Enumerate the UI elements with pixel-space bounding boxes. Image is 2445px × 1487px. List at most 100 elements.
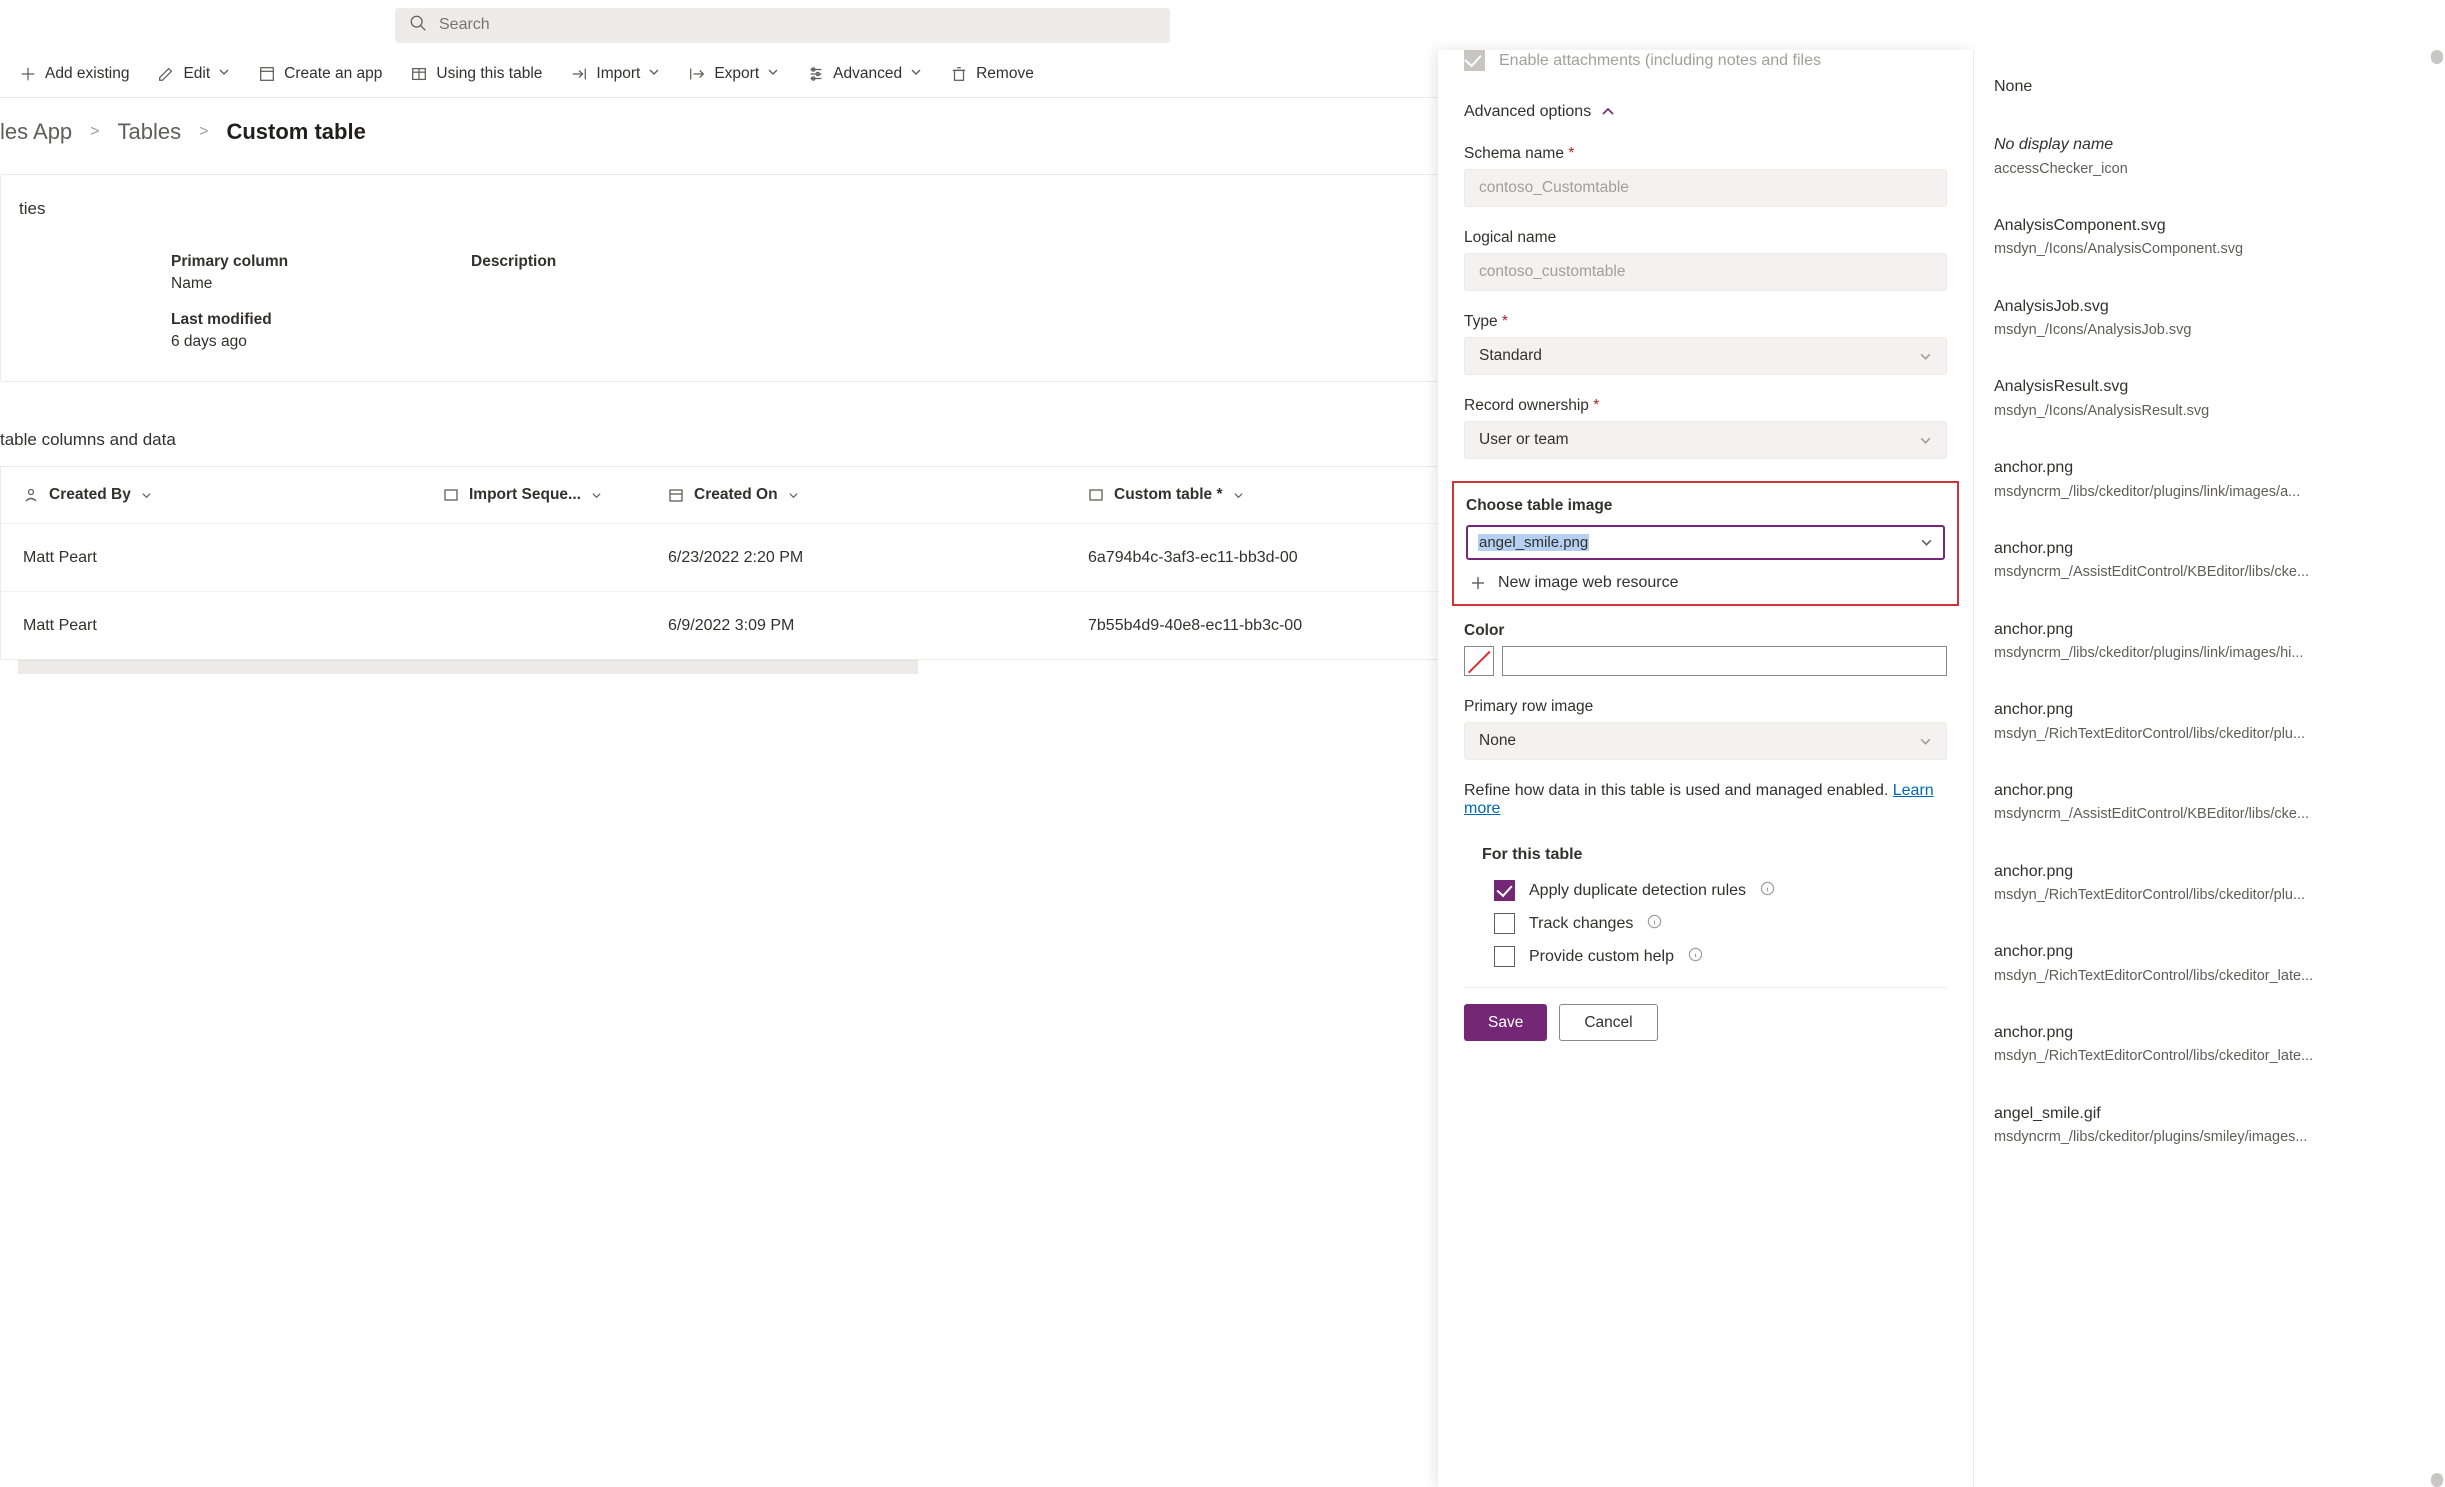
info-icon[interactable] <box>1760 881 1775 901</box>
chevron-down-icon <box>767 65 779 83</box>
enable-attachments-label: Enable attachments (including notes and … <box>1499 52 1821 70</box>
flyout-scrollbar[interactable] <box>2431 50 2443 1487</box>
flyout-option-subtitle: accessChecker_icon <box>1994 157 2425 179</box>
person-icon <box>23 487 39 503</box>
cmd-advanced[interactable]: Advanced <box>793 50 936 98</box>
cmd-export-label: Export <box>714 65 759 83</box>
flyout-option-title: AnalysisJob.svg <box>1994 296 2425 318</box>
search-input[interactable] <box>439 16 1156 34</box>
flyout-option-title: anchor.png <box>1994 457 2425 479</box>
col-custom-table-label: Custom table * <box>1114 486 1223 504</box>
for-this-table-header: For this table <box>1464 826 1947 874</box>
flyout-option[interactable]: anchor.pngmsdyn_/RichTextEditorControl/l… <box>1974 923 2445 1004</box>
flyout-option[interactable]: None <box>1974 58 2445 116</box>
flyout-option[interactable]: anchor.pngmsdyn_/RichTextEditorControl/l… <box>1974 1004 2445 1085</box>
col-import-seq-label: Import Seque... <box>469 486 581 504</box>
flyout-option-title: anchor.png <box>1994 941 2425 963</box>
flyout-option-subtitle: msdyncrm_/libs/ckeditor/plugins/smiley/i… <box>1994 1125 2425 1147</box>
flyout-option-title: anchor.png <box>1994 619 2425 641</box>
new-image-web-resource-label: New image web resource <box>1498 574 1679 592</box>
table-properties-panel: Enable attachments (including notes and … <box>1438 50 1973 1487</box>
flyout-option[interactable]: AnalysisJob.svgmsdyn_/Icons/AnalysisJob.… <box>1974 278 2445 359</box>
flyout-option[interactable]: AnalysisComponent.svgmsdyn_/Icons/Analys… <box>1974 197 2445 278</box>
flyout-option-title: AnalysisResult.svg <box>1994 376 2425 398</box>
flyout-option[interactable]: anchor.pngmsdyn_/RichTextEditorControl/l… <box>1974 681 2445 762</box>
primary-row-image-select: None <box>1464 722 1947 760</box>
flyout-option[interactable]: anchor.pngmsdyncrm_/libs/ckeditor/plugin… <box>1974 439 2445 520</box>
col-import-seq[interactable]: Import Seque... <box>443 486 668 504</box>
color-swatch[interactable] <box>1464 646 1494 676</box>
top-bar <box>0 0 2445 50</box>
flyout-option[interactable]: AnalysisResult.svgmsdyn_/Icons/AnalysisR… <box>1974 358 2445 439</box>
crumb-tables[interactable]: Tables <box>118 119 182 145</box>
flyout-option[interactable]: anchor.pngmsdyncrm_/AssistEditControl/KB… <box>1974 762 2445 843</box>
flyout-option-subtitle: msdyncrm_/libs/ckeditor/plugins/link/ima… <box>1994 641 2425 663</box>
cmd-import[interactable]: Import <box>556 50 674 98</box>
flyout-option[interactable]: anchor.pngmsdyncrm_/AssistEditControl/KB… <box>1974 520 2445 601</box>
flyout-option-title: AnalysisComponent.svg <box>1994 215 2425 237</box>
col-created-on-label: Created On <box>694 486 778 504</box>
type-value: Standard <box>1479 347 1542 365</box>
col-created-by[interactable]: Created By <box>23 486 443 504</box>
info-icon[interactable] <box>1688 947 1703 967</box>
color-hex-input[interactable] <box>1502 646 1947 676</box>
duplicate-detection-checkbox[interactable] <box>1494 880 1515 901</box>
col-created-on[interactable]: Created On <box>668 486 1088 504</box>
chevron-down-icon <box>218 65 230 83</box>
chevron-down-icon <box>788 490 799 501</box>
track-changes-row[interactable]: Track changes <box>1464 907 1947 940</box>
cmd-add-existing[interactable]: Add existing <box>5 50 143 98</box>
col-created-by-label: Created By <box>49 486 131 504</box>
record-ownership-select: User or team <box>1464 421 1947 459</box>
track-changes-checkbox[interactable] <box>1494 913 1515 934</box>
new-image-web-resource[interactable]: New image web resource <box>1466 560 1945 596</box>
flyout-option-title: angel_smile.gif <box>1994 1103 2425 1125</box>
scroll-thumb-up-icon[interactable] <box>2431 50 2443 64</box>
flyout-option-title: anchor.png <box>1994 861 2425 883</box>
flyout-option-subtitle: msdyn_/RichTextEditorControl/libs/ckedit… <box>1994 1044 2425 1066</box>
search-box[interactable] <box>395 8 1170 43</box>
cell-custom-table: 7b55b4d9-40e8-ec11-bb3c-00 <box>1088 617 1368 635</box>
cmd-remove[interactable]: Remove <box>936 50 1048 98</box>
flyout-option-subtitle: msdyncrm_/AssistEditControl/KBEditor/lib… <box>1994 802 2425 824</box>
cancel-button[interactable]: Cancel <box>1559 1004 1657 1041</box>
properties-card-title: ties <box>19 199 45 219</box>
flyout-option[interactable]: anchor.pngmsdyn_/RichTextEditorControl/l… <box>1974 843 2445 924</box>
scroll-thumb-down-icon[interactable] <box>2431 1473 2443 1487</box>
flyout-option-subtitle: msdyn_/Icons/AnalysisJob.svg <box>1994 318 2425 340</box>
custom-help-checkbox[interactable] <box>1494 946 1515 967</box>
save-button[interactable]: Save <box>1464 1004 1547 1041</box>
flyout-option[interactable]: anchor.pngmsdyncrm_/libs/ckeditor/plugin… <box>1974 601 2445 682</box>
flyout-option-subtitle: msdyn_/Icons/AnalysisResult.svg <box>1994 399 2425 421</box>
cmd-create-app[interactable]: Create an app <box>244 50 396 98</box>
cmd-export[interactable]: Export <box>674 50 793 98</box>
primary-row-image-label: Primary row image <box>1464 698 1947 722</box>
logical-name-input: contoso_customtable <box>1464 253 1947 291</box>
info-icon[interactable] <box>1647 914 1662 934</box>
cmd-edit-label: Edit <box>183 65 210 83</box>
flyout-option[interactable]: angel_smile.gifmsdyncrm_/libs/ckeditor/p… <box>1974 1085 2445 1166</box>
advanced-options-toggle[interactable]: Advanced options <box>1464 85 1947 141</box>
cmd-edit[interactable]: Edit <box>143 50 244 98</box>
choose-table-image-combo[interactable]: angel_smile.png <box>1466 525 1945 560</box>
chevron-down-icon <box>1919 735 1932 748</box>
chevron-up-icon <box>1601 105 1615 119</box>
flyout-option-title: None <box>1994 76 2425 98</box>
col-custom-table[interactable]: Custom table * <box>1088 486 1368 504</box>
flyout-option-title: anchor.png <box>1994 538 2425 560</box>
flyout-option-subtitle: msdyncrm_/libs/ckeditor/plugins/link/ima… <box>1994 480 2425 502</box>
crumb-current: Custom table <box>226 119 365 145</box>
flyout-option[interactable]: No display nameaccessChecker_icon <box>1974 116 2445 197</box>
cmd-using-table[interactable]: Using this table <box>396 50 556 98</box>
choose-table-image-group: Choose table image angel_smile.png New i… <box>1452 481 1959 606</box>
chevron-down-icon <box>648 65 660 83</box>
custom-help-row[interactable]: Provide custom help <box>1464 940 1947 973</box>
primary-column-value: Name <box>171 275 471 293</box>
advanced-options-label: Advanced options <box>1464 103 1591 121</box>
chevron-down-icon <box>1919 350 1932 363</box>
refine-note: Refine how data in this table is used an… <box>1464 778 1947 826</box>
crumb-app[interactable]: les App <box>0 119 72 145</box>
flyout-option-subtitle: msdyn_/Icons/AnalysisComponent.svg <box>1994 237 2425 259</box>
horizontal-scrollbar[interactable] <box>18 660 918 674</box>
duplicate-detection-row[interactable]: Apply duplicate detection rules <box>1464 874 1947 907</box>
